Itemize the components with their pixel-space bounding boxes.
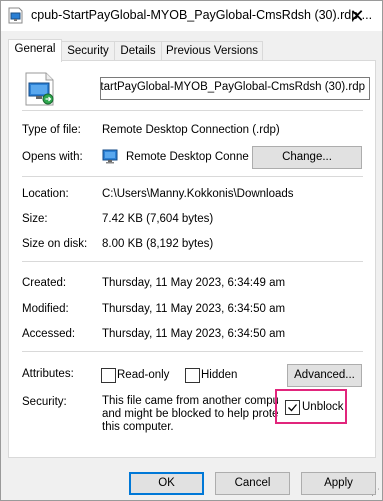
created-label: Created:	[22, 277, 67, 289]
filename-field[interactable]: r-StartPayGlobal-MYOB_PayGlobal-CmsRdsh …	[100, 77, 370, 100]
ok-button[interactable]: OK	[129, 472, 204, 495]
apply-button[interactable]: Apply	[301, 472, 376, 495]
type-of-file-label: Type of file:	[22, 124, 81, 136]
readonly-checkbox[interactable]	[101, 368, 116, 383]
size-on-disk-value: 8.00 KB (8,192 bytes)	[102, 238, 214, 250]
hidden-label: Hidden	[201, 369, 238, 381]
size-on-disk-label: Size on disk:	[22, 238, 88, 250]
remote-desktop-file-icon	[8, 7, 23, 24]
filename-value: r-StartPayGlobal-MYOB_PayGlobal-CmsRdsh …	[100, 81, 365, 93]
title-bar[interactable]: cpub-StartPayGlobal-MYOB_PayGlobal-CmsRd…	[1, 1, 382, 31]
tab-previous-versions[interactable]: Previous Versions	[161, 41, 263, 61]
close-icon[interactable]: ✕	[336, 1, 378, 31]
window-title: cpub-StartPayGlobal-MYOB_PayGlobal-CmsRd…	[31, 8, 373, 22]
separator	[22, 110, 363, 111]
created-value: Thursday, 11 May 2023, 6:34:49 am	[102, 277, 286, 289]
accessed-value: Thursday, 11 May 2023, 6:34:50 am	[102, 328, 286, 340]
security-message-line2: and might be blocked to help protec	[102, 408, 278, 420]
location-label: Location:	[22, 188, 69, 200]
resize-grip-icon[interactable]: ⋰	[371, 487, 380, 498]
rdp-file-large-icon	[25, 72, 54, 106]
size-label: Size:	[22, 213, 48, 225]
tab-general[interactable]: General	[8, 39, 62, 62]
security-message-line3: this computer.	[102, 421, 174, 433]
location-value: C:\Users\Manny.Kokkonis\Downloads	[102, 188, 294, 200]
readonly-label: Read-only	[117, 369, 170, 381]
separator	[22, 176, 363, 177]
tab-security[interactable]: Security	[61, 41, 115, 61]
opens-with-value: Remote Desktop Connec	[126, 151, 249, 163]
security-message-line1: This file came from another computer	[102, 395, 278, 407]
type-of-file-value: Remote Desktop Connection (.rdp)	[102, 124, 280, 136]
modified-value: Thursday, 11 May 2023, 6:34:50 am	[102, 303, 286, 315]
remote-desktop-app-icon	[102, 149, 118, 164]
attributes-label: Attributes:	[22, 368, 74, 380]
accessed-label: Accessed:	[22, 328, 76, 340]
security-label: Security:	[22, 396, 67, 408]
size-value: 7.42 KB (7,604 bytes)	[102, 213, 214, 225]
advanced-button[interactable]: Advanced...	[287, 364, 362, 387]
opens-with-label: Opens with:	[22, 151, 83, 163]
tab-strip: General Security Details Previous Versio…	[8, 39, 375, 62]
properties-window: cpub-StartPayGlobal-MYOB_PayGlobal-CmsRd…	[0, 0, 383, 501]
separator	[22, 261, 363, 262]
hidden-checkbox[interactable]	[185, 368, 200, 383]
cancel-button[interactable]: Cancel	[215, 472, 290, 495]
separator	[22, 351, 363, 352]
modified-label: Modified:	[22, 303, 69, 315]
tab-details[interactable]: Details	[114, 41, 162, 61]
unblock-highlight-box	[275, 389, 347, 424]
change-button[interactable]: Change...	[252, 146, 362, 169]
